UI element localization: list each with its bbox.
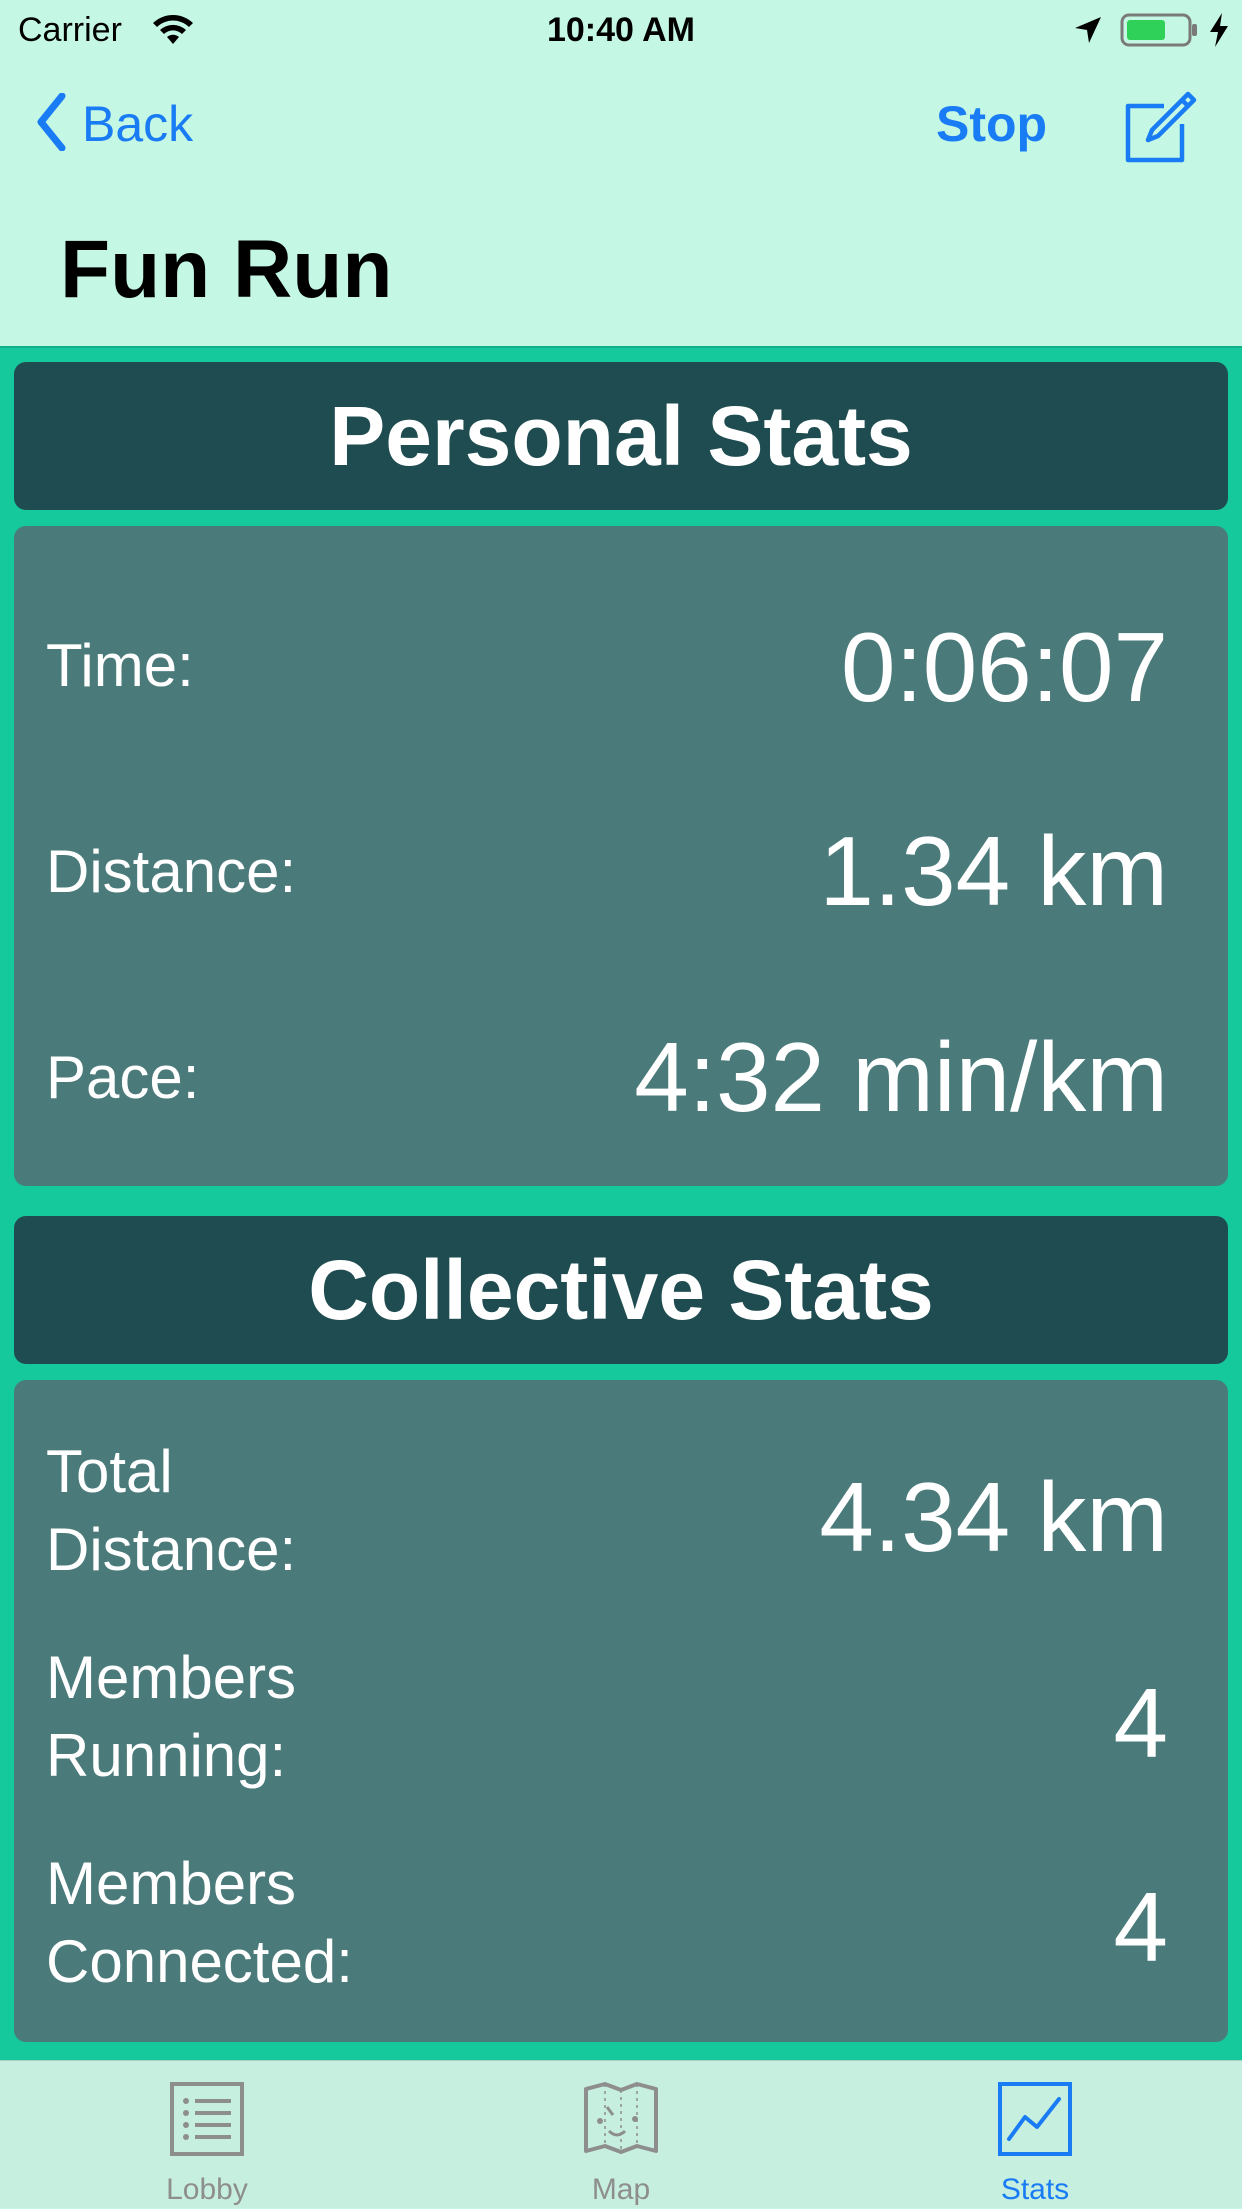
time-value: 0:06:07 (841, 612, 1168, 722)
compose-icon[interactable] (1120, 88, 1200, 168)
tab-lobby[interactable]: Lobby (0, 2061, 414, 2209)
pace-value: 4:32 min/km (634, 1022, 1168, 1132)
tab-stats[interactable]: Stats (828, 2061, 1242, 2209)
battery-icon (1120, 12, 1200, 53)
total-distance-label-line1: Total (46, 1438, 173, 1505)
tab-map-label: Map (591, 2173, 651, 2206)
members-running-label-line2: Running: (46, 1722, 287, 1789)
tab-bar: Lobby Map Stats (0, 2060, 1242, 2208)
distance-value: 1.34 km (819, 816, 1168, 926)
total-distance-label-line2: Distance: (46, 1516, 297, 1583)
chevron-left-icon (36, 92, 66, 156)
pace-label: Pace: (46, 1044, 200, 1111)
members-connected-label-line1: Members (46, 1850, 297, 1917)
page-title: Fun Run (60, 224, 393, 315)
collective-stats-header: Collective Stats (14, 1216, 1228, 1364)
location-arrow-icon (1072, 14, 1104, 51)
collective-stats-panel: Total Distance: 4.34 km Members Running:… (14, 1380, 1228, 2042)
back-label: Back (82, 96, 194, 152)
stats-content: Personal Stats Time: 0:06:07 Distance: 1… (0, 346, 1242, 2060)
map-icon (583, 2081, 659, 2162)
total-distance-value: 4.34 km (819, 1462, 1168, 1572)
members-running-label-line1: Members (46, 1644, 297, 1711)
tab-stats-label: Stats (1000, 2173, 1070, 2206)
time-label: Time: (46, 632, 194, 699)
tab-map[interactable]: Map (414, 2061, 828, 2209)
status-bar: Carrier 10:40 AM (0, 0, 1242, 60)
charging-bolt-icon (1208, 12, 1230, 53)
stop-button[interactable]: Stop (936, 96, 1047, 152)
distance-label: Distance: (46, 838, 297, 905)
navigation-bar: Back Stop (0, 60, 1242, 190)
tab-lobby-label: Lobby (166, 2173, 248, 2206)
back-button[interactable]: Back (36, 92, 194, 156)
members-connected-label-line2: Connected: (46, 1928, 353, 1995)
members-running-value: 4 (1113, 1668, 1168, 1778)
members-connected-value: 4 (1113, 1872, 1168, 1982)
personal-stats-header: Personal Stats (14, 362, 1228, 510)
status-time: 10:40 AM (546, 11, 696, 49)
personal-stats-panel: Time: 0:06:07 Distance: 1.34 km Pace: 4:… (14, 526, 1228, 1186)
list-icon (169, 2081, 245, 2162)
chart-icon (997, 2081, 1073, 2162)
